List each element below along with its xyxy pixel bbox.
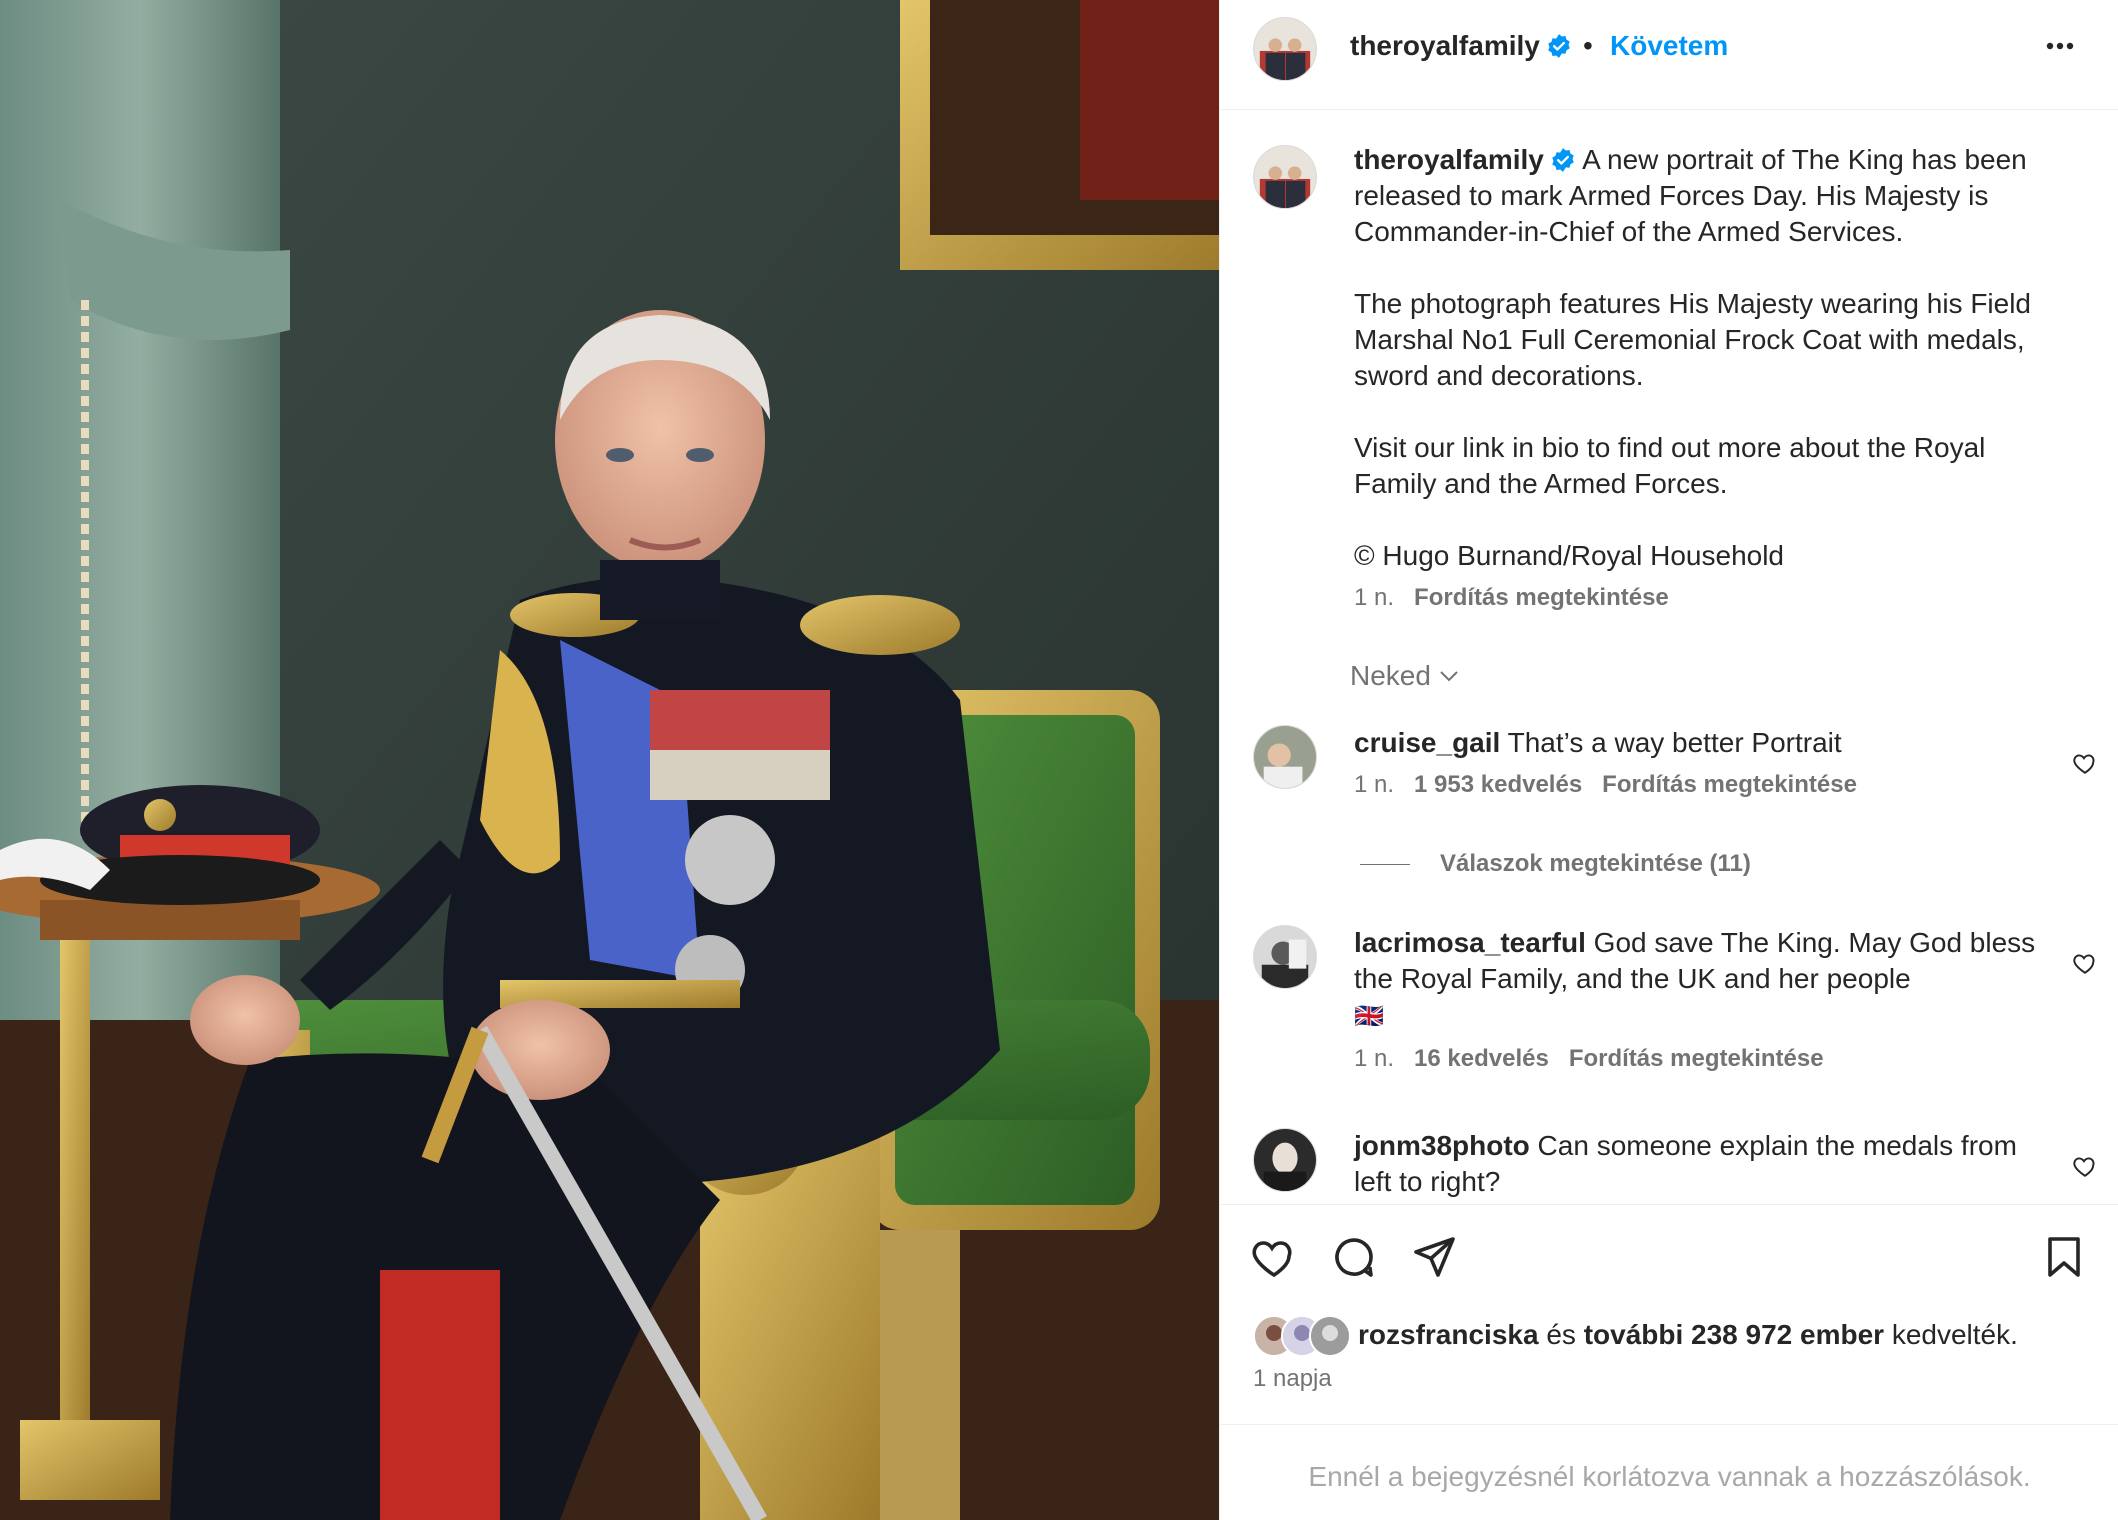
comment-meta: 1 n. 16 kedvelés Fordítás megtekintése [1354, 1041, 2054, 1077]
caption-time[interactable]: 1 n. [1354, 584, 1394, 611]
header-username[interactable]: theroyalfamily [1350, 30, 1572, 62]
sort-label: Neked [1350, 660, 1431, 691]
post-caption: theroyalfamily A new portrait of The Kin… [1354, 142, 2074, 616]
verified-badge-icon [1546, 33, 1572, 59]
see-translation-button[interactable]: Fordítás megtekintése [1414, 584, 1669, 611]
liker-avatar [1309, 1315, 1351, 1357]
like-comment-icon[interactable] [2072, 1153, 2098, 1179]
caption-paragraph: theroyalfamily A new portrait of The Kin… [1354, 142, 2074, 250]
comment-username[interactable]: jonm38photo [1354, 1130, 1530, 1161]
caption-paragraph: Visit our link in bio to find out more a… [1354, 432, 1986, 499]
comment-time[interactable]: 1 n. [1354, 771, 1394, 798]
header-separator: • [1583, 30, 1593, 61]
verified-badge-icon [1550, 147, 1576, 173]
comments-scroll-area[interactable]: theroyalfamily A new portrait of The Kin… [1220, 110, 2118, 1204]
comment-avatar[interactable] [1253, 925, 1317, 989]
save-bookmark-icon[interactable] [2040, 1233, 2088, 1281]
comment-username[interactable]: cruise_gail [1354, 727, 1500, 758]
following-button[interactable]: Követem [1610, 30, 1728, 62]
post-header: theroyalfamily • Követem [1220, 0, 2118, 110]
comment-body: cruise_gail That’s a way better Portrait… [1354, 725, 2054, 803]
view-replies-button[interactable]: Válaszok megtekintése (11) [1360, 850, 1751, 878]
comment-icon[interactable] [1330, 1233, 1378, 1281]
uk-flag-emoji: 🇬🇧 [1354, 1003, 1384, 1030]
comment-time[interactable]: 1 n. [1354, 1045, 1394, 1072]
replies-label: Válaszok megtekintése (11) [1440, 850, 1751, 877]
comment-username[interactable]: lacrimosa_tearful [1354, 927, 1586, 958]
liker-username[interactable]: rozsfranciska [1358, 1319, 1539, 1350]
post-photo[interactable] [0, 0, 1219, 1520]
like-comment-icon[interactable] [2072, 950, 2098, 976]
caption-credit: © Hugo Burnand/Royal Household [1354, 540, 1785, 571]
likes-text: rozsfranciska és további 238 972 ember k… [1358, 1319, 2018, 1351]
comment-restricted-footer: Ennél a bejegyzésnél korlátozva vannak a… [1220, 1424, 2118, 1520]
caption-paragraph: The photograph features His Majesty wear… [1354, 288, 2032, 391]
like-comment-icon[interactable] [2072, 750, 2098, 776]
post-date[interactable]: 1 napja [1253, 1365, 1332, 1393]
likes-and: és [1546, 1319, 1576, 1350]
avatar-image [1254, 726, 1316, 788]
likes-suffix: kedvelték. [1891, 1319, 2018, 1350]
other-likers-link[interactable]: további 238 972 ember [1584, 1319, 1884, 1350]
comment-likes[interactable]: 16 kedvelés [1414, 1045, 1549, 1072]
king-portrait-image [0, 0, 1219, 1520]
comment-sort-dropdown[interactable]: Neked [1350, 660, 1461, 692]
post-actions: rozsfranciska és további 238 972 ember k… [1220, 1204, 2118, 1424]
avatar-image [1254, 1129, 1316, 1191]
comment-meta: 1 n. 1 953 kedvelés Fordítás megtekintése [1354, 767, 2054, 803]
comment-likes[interactable]: 1 953 kedvelés [1414, 771, 1582, 798]
post-side-panel: theroyalfamily • Követem theroyalfamily [1219, 0, 2118, 1520]
avatar-image [1254, 18, 1316, 80]
more-options-icon[interactable] [2040, 26, 2080, 66]
comment-avatar[interactable] [1253, 1128, 1317, 1192]
replies-divider [1360, 864, 1410, 866]
comment-avatar[interactable] [1253, 725, 1317, 789]
avatar-image [1254, 926, 1316, 988]
caption-username[interactable]: theroyalfamily [1354, 144, 1544, 175]
restricted-comments-notice: Ennél a bejegyzésnél korlátozva vannak a… [1308, 1461, 2031, 1492]
like-icon[interactable] [1250, 1233, 1298, 1281]
likes-summary: rozsfranciska és további 238 972 ember k… [1253, 1313, 2093, 1357]
comment-body: jonm38photo Can someone explain the meda… [1354, 1128, 2054, 1200]
username-text[interactable]: theroyalfamily [1350, 30, 1540, 61]
avatar-image [1254, 146, 1316, 208]
see-translation-button[interactable]: Fordítás megtekintése [1569, 1045, 1824, 1072]
profile-avatar[interactable] [1253, 17, 1317, 81]
comment-body: lacrimosa_tearful God save The King. May… [1354, 925, 2054, 1077]
share-icon[interactable] [1410, 1233, 1458, 1281]
caption-meta: 1 n. Fordítás megtekintése [1354, 580, 2074, 616]
chevron-down-icon [1437, 663, 1461, 687]
see-translation-button[interactable]: Fordítás megtekintése [1602, 771, 1857, 798]
comment-text: That’s a way better Portrait [1507, 727, 1842, 758]
caption-avatar[interactable] [1253, 145, 1317, 209]
